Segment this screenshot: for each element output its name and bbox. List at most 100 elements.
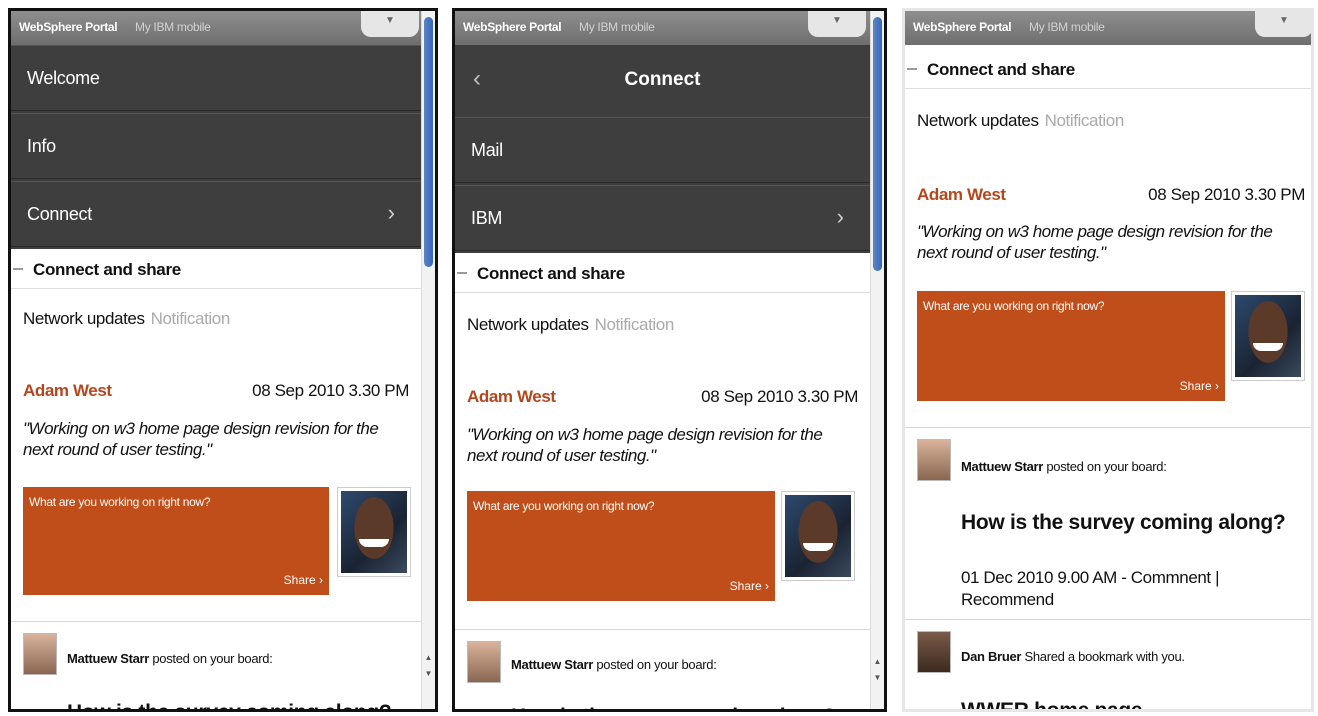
post-line: Dan Bruer Shared a bookmark with you. [961,649,1185,664]
post-action: Shared a bookmark with you. [1021,649,1185,664]
update-author[interactable]: Adam West [467,387,556,407]
tab-notification[interactable]: Notification [151,309,231,328]
bookmark-title[interactable]: WWER home page [961,699,1143,709]
quote-line: "Working on w3 home page design revision… [23,419,379,438]
dropdown-tab[interactable]: ▼ [361,11,419,37]
brand-label: WebSphere Portal [19,20,118,34]
chevron-down-icon: ▼ [1279,15,1289,26]
quote-line: next round of user testing." [467,446,656,465]
avatar-image [1235,295,1301,377]
scroll-down-icon[interactable]: ▼ [871,671,884,685]
brand-label: WebSphere Portal [463,20,562,34]
brand-label: WebSphere Portal [913,20,1012,34]
scroll-up-icon[interactable]: ▲ [422,651,435,665]
section-title: Connect and share [927,60,1075,79]
dropdown-tab[interactable]: ▼ [808,11,866,37]
my-ibm-mobile-link[interactable]: My IBM mobile [135,20,211,34]
tab-notification[interactable]: Notification [595,315,675,334]
scrollbar-thumb[interactable] [424,17,433,267]
avatar [23,633,57,675]
tab-notification[interactable]: Notification [1045,111,1125,130]
update-quote: "Working on w3 home page design revision… [23,418,379,460]
section-header[interactable]: Connect and share [11,249,421,289]
divider [905,427,1311,428]
section-title: Connect and share [33,260,181,279]
scroll-down-icon[interactable]: ▼ [422,667,435,681]
post-question: How is the survey coming along? [961,511,1286,534]
post-question: How is the survey coming along? [67,701,392,709]
nav-title: Connect [624,69,701,90]
avatar [467,641,501,683]
phone-screen-scrolled: WebSphere Portal My IBM mobile ▼ Connect… [902,8,1314,712]
post-action: posted on your board: [1043,459,1167,474]
post-action: posted on your board: [149,651,273,666]
nav-item-connect[interactable]: Connect › [11,181,421,247]
nav-item-mail[interactable]: Mail [455,117,870,183]
poster-name[interactable]: Mattuew Starr [511,657,593,672]
nav-item-label: Welcome [27,68,100,88]
quote-line: next round of user testing." [917,243,1106,262]
update-date: 08 Sep 2010 3.30 PM [252,381,409,400]
poster-name[interactable]: Mattuew Starr [67,651,149,666]
collapse-icon[interactable] [457,272,467,274]
phone-screen-home: WebSphere Portal My IBM mobile ▼ Welcome… [8,8,438,712]
divider [11,621,421,622]
update-date: 08 Sep 2010 3.30 PM [701,387,858,406]
divider [905,619,1311,620]
divider [455,629,870,630]
collapse-icon[interactable] [907,68,917,70]
nav-item-label: Mail [471,140,503,160]
avatar [917,439,951,481]
nav-item-label: Connect [27,204,92,224]
update-tabs: Network updates Notification [23,309,230,329]
update-author[interactable]: Adam West [23,381,112,401]
post-line: Mattuew Starr posted on your board: [511,657,717,672]
scrollbar-thumb[interactable] [873,17,882,271]
poster-name[interactable]: Mattuew Starr [961,459,1043,474]
dropdown-tab[interactable]: ▼ [1255,11,1311,37]
phone-screen-connect: WebSphere Portal My IBM mobile ▼ ‹ Conne… [452,8,887,712]
nav-menu: ‹ Connect Mail IBM › [455,45,870,253]
chevron-down-icon: ▼ [385,15,395,26]
avatar [781,491,855,581]
chevron-down-icon: ▼ [832,15,842,26]
quote-line: next round of user testing." [23,440,212,459]
poster-name[interactable]: Dan Bruer [961,649,1021,664]
post-meta-line[interactable]: 01 Dec 2010 9.00 AM - Commnent | [961,567,1219,589]
share-button[interactable]: Share › [730,579,769,593]
nav-item-label: Info [27,136,56,156]
status-share-box[interactable]: What are you working on right now? Share… [917,291,1225,401]
section-header[interactable]: Connect and share [905,49,1311,89]
tab-network-updates[interactable]: Network updates [467,315,589,334]
recommend-link[interactable]: Recommend [961,589,1219,611]
avatar-image [341,491,407,573]
status-share-box[interactable]: What are you working on right now? Share… [467,491,775,601]
top-bar: WebSphere Portal My IBM mobile ▼ [11,11,435,45]
scrollbar[interactable]: ▲ ▼ [421,11,435,709]
tab-network-updates[interactable]: Network updates [917,111,1039,130]
my-ibm-mobile-link[interactable]: My IBM mobile [579,20,655,34]
section-title: Connect and share [477,264,625,283]
avatar [917,631,951,673]
nav-item-welcome[interactable]: Welcome [11,45,421,111]
share-button[interactable]: Share › [284,573,323,587]
update-quote: "Working on w3 home page design revision… [917,221,1273,263]
scrollbar[interactable]: ▲ ▼ [870,11,884,709]
status-prompt: What are you working on right now? [473,499,655,513]
chevron-right-icon: › [387,200,395,225]
tab-network-updates[interactable]: Network updates [23,309,145,328]
section-header[interactable]: Connect and share [455,253,870,293]
nav-item-info[interactable]: Info [11,113,421,179]
quote-line: "Working on w3 home page design revision… [467,425,823,444]
status-share-box[interactable]: What are you working on right now? Share… [23,487,329,595]
post-meta: 01 Dec 2010 9.00 AM - Commnent | Recomme… [961,567,1219,611]
share-button[interactable]: Share › [1180,379,1219,393]
nav-item-ibm[interactable]: IBM › [455,185,870,251]
scroll-up-icon[interactable]: ▲ [871,655,884,669]
update-author[interactable]: Adam West [917,185,1006,205]
post-question: How is the survey coming along? [511,705,836,709]
my-ibm-mobile-link[interactable]: My IBM mobile [1029,20,1105,34]
nav-title-bar: ‹ Connect [455,45,870,115]
collapse-icon[interactable] [13,268,23,270]
chevron-right-icon: › [836,204,844,229]
